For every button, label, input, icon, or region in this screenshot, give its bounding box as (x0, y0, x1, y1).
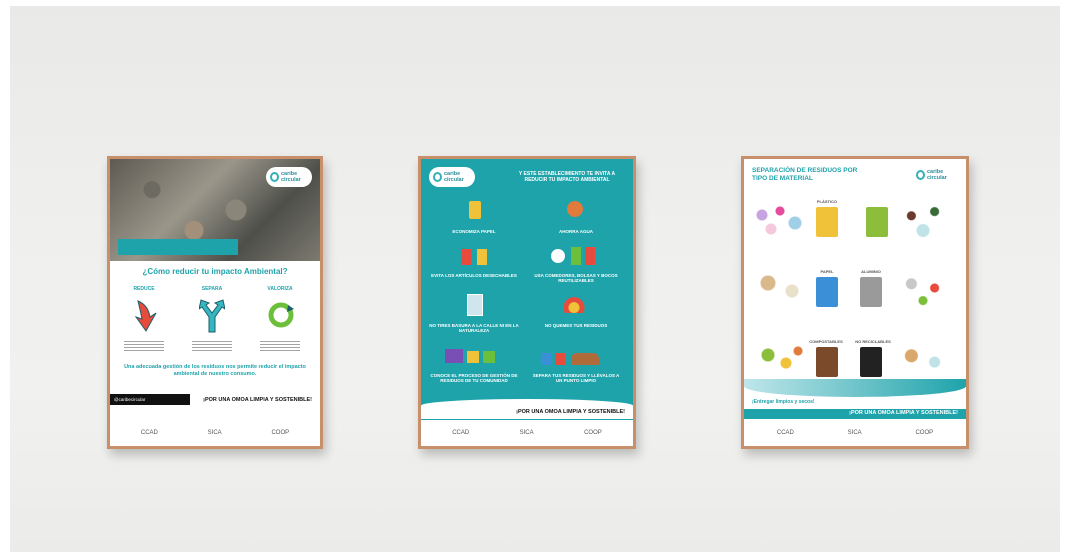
items-cluster (750, 199, 810, 239)
tip-label: NO TIRES BASURA A LA CALLE NI EN LA NATU… (429, 323, 519, 333)
poster-frame-tips: caribe circular Y ESTE ESTABLECIMIENTO T… (418, 156, 636, 449)
tip-label: AHORRA AGUA (559, 229, 593, 234)
tip-icon (571, 247, 581, 265)
bin-label: COMPOSTABLES (809, 339, 843, 344)
footer-logo: SICA (847, 430, 862, 436)
tip-label: NO QUEMES TUS RESIDUOS (544, 323, 608, 328)
footer-logos: CCAD SICA COOP (421, 420, 633, 446)
truck-icon (445, 349, 463, 363)
tip-icon (469, 201, 481, 219)
poster-waste-separation: SEPARACIÓN DE RESIDUOS POR TIPO DE MATER… (744, 159, 966, 446)
footer-logo: SICA (519, 430, 534, 436)
tip-label: EVITA LOS ARTÍCULOS DESECHABLES (431, 273, 517, 278)
caribe-circular-logo: caribe circular (266, 167, 312, 187)
tip-label: USA COMEDORES, BOLSAS Y BOCOS REUTILIZAB… (534, 273, 618, 283)
items-cluster (750, 267, 810, 307)
trash-can-icon (467, 294, 483, 316)
items-cluster (894, 267, 952, 309)
caribe-circular-logo: caribe circular (429, 167, 475, 187)
tip-label: CONOCE EL PROCESO DE GESTIÓN DE RESIDUOS… (430, 373, 518, 383)
items-cluster (750, 339, 810, 379)
bin (816, 347, 838, 377)
bin-label: PLÁSTICO (816, 199, 838, 204)
bin-label: NO RECICLABLES (855, 339, 891, 344)
fire-icon (563, 295, 585, 313)
tip-icon (477, 249, 487, 265)
column-label-separa: SEPARA (201, 286, 223, 292)
poster-frame-reduce: caribe circular ¿Cómo reducir tu impacto… (107, 156, 323, 449)
footer-logo: CCAD (140, 430, 158, 436)
footer-logo: CCAD (776, 430, 794, 436)
social-bar: @caribecircular (110, 394, 190, 405)
recycle-icon (268, 302, 294, 328)
slogan: ¡POR UNA OMOA LIMPIA Y SOSTENIBLE! (849, 410, 958, 416)
bins-icon (467, 351, 479, 363)
bin (860, 277, 882, 307)
bins-icon (571, 353, 599, 365)
poster-frame-separation: SEPARACIÓN DE RESIDUOS POR TIPO DE MATER… (741, 156, 969, 449)
tagline: ¡Entregar limpios y secos! (752, 399, 815, 405)
caribe-circular-logo: caribe circular (912, 165, 958, 185)
column-text-block (124, 341, 164, 353)
footer-logo: CCAD (452, 430, 470, 436)
tip-label: SEPARA TUS RESIDUOS Y LLÉVALOS A UN PUNT… (532, 373, 620, 383)
tip-icon (585, 247, 595, 265)
column-label-valoriza: VALORIZA (267, 286, 293, 292)
footer-logos: CCAD SICA COOP (110, 420, 320, 446)
footer-logo: SICA (207, 430, 222, 436)
poster-heading: Y ESTE ESTABLECIMIENTO TE INVITA A REDUC… (518, 171, 616, 183)
teal-wave (744, 379, 966, 397)
tip-icon (461, 249, 471, 265)
wall-background: caribe circular ¿Cómo reducir tu impacto… (10, 6, 1060, 552)
bin-label: ALUMINIO (861, 269, 881, 274)
poster-body-text: Una adecuada gestión de los residuos nos… (124, 364, 306, 377)
bin (816, 277, 838, 307)
footer-logo: COOP (584, 430, 602, 436)
tip-icon (551, 249, 565, 263)
column-text-block (260, 341, 300, 353)
poster-heading: SEPARACIÓN DE RESIDUOS POR TIPO DE MATER… (752, 167, 858, 182)
bin (860, 347, 882, 377)
split-arrow-icon (199, 299, 225, 333)
slogan: ¡POR UNA OMOA LIMPIA Y SOSTENIBLE! (516, 409, 625, 415)
bins-icon (483, 351, 495, 363)
bin (816, 207, 838, 237)
social-handle: @caribecircular (114, 397, 146, 402)
bins-icon (555, 353, 565, 365)
tip-label: ECONOMIZA PAPEL (452, 229, 496, 234)
poster-reduce-tips: caribe circular Y ESTE ESTABLECIMIENTO T… (421, 159, 633, 446)
column-text-block (192, 341, 232, 353)
poster-heading: ¿Cómo reducir tu impacto Ambiental? (142, 267, 288, 276)
down-arrow-icon (134, 300, 157, 332)
items-cluster (894, 339, 952, 381)
bins-icon (541, 353, 551, 365)
poster-reduce-impact: caribe circular ¿Cómo reducir tu impacto… (110, 159, 320, 446)
bin (866, 207, 888, 237)
teal-banner (118, 239, 238, 255)
items-cluster (894, 199, 952, 241)
footer-logo: COOP (915, 430, 934, 436)
footer-logo: COOP (271, 430, 290, 436)
bin-label: PAPEL (820, 269, 834, 274)
footer-logos: CCAD SICA COOP (744, 420, 966, 446)
column-label-reduce: REDUCE (133, 286, 155, 292)
tip-icon (567, 201, 583, 217)
slogan: ¡POR UNA OMOA LIMPIA Y SOSTENIBLE! (203, 397, 312, 403)
